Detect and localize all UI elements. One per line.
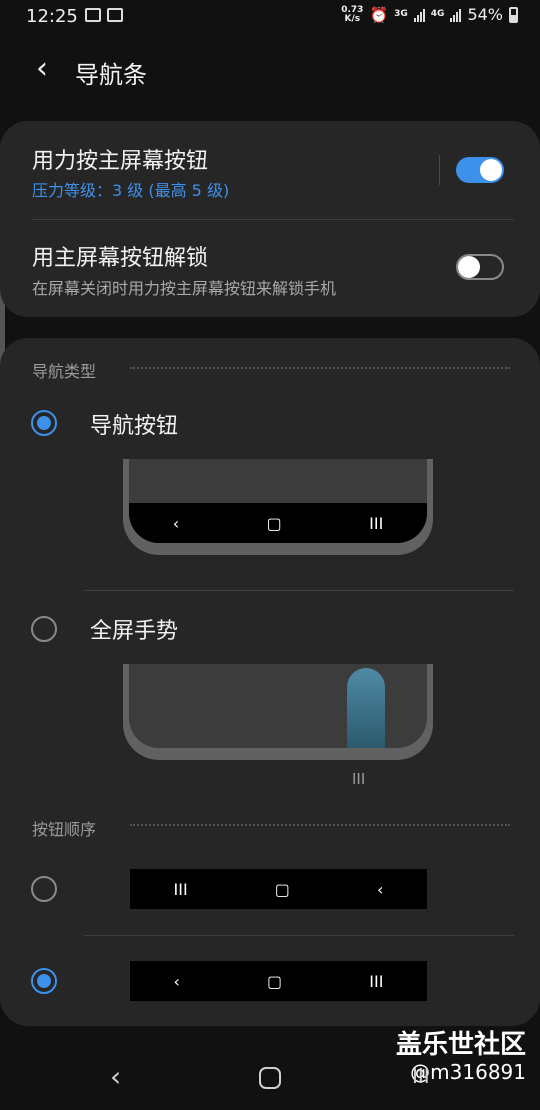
option-divider [84,935,514,936]
nav-buttons-label: 导航按钮 [90,414,179,439]
page-title: 导航条 [75,61,147,89]
system-home-button[interactable] [259,1067,281,1089]
button-order-section-label: 按钮顺序 [32,820,97,839]
nav-option-gestures[interactable]: 全屏手势 [0,603,540,793]
order-option-2-radio[interactable] [31,968,57,994]
net1-label: 3G [394,9,408,19]
battery-percent: 54% [467,5,503,24]
battery-icon [509,6,518,23]
alarm-icon: ⏰ [369,5,389,24]
gestures-label: 全屏手势 [90,619,179,644]
net2-label: 4G [430,9,445,19]
gestures-preview [123,664,433,760]
recent-apps-icon: III [173,879,188,899]
order-option-1-preview: III ▢ ‹ [130,869,427,909]
gestures-radio[interactable] [31,616,57,642]
navigation-type-card: 导航类型 导航按钮 ‹ ▢ III 全屏手势 III 按钮顺序 III ▢ ‹ … [0,338,540,1026]
divider [439,155,440,185]
section-divider [130,367,510,369]
home-icon: ▢ [267,971,283,991]
signal2-icon [450,8,462,22]
notification-icons [85,8,123,22]
nav-buttons-radio[interactable] [31,410,57,436]
recent-apps-icon: III [369,971,384,991]
press-home-setting[interactable]: 用力按主屏幕按钮 压力等级：3 级 (最高 5 级) [0,121,540,219]
chevron-left-icon: ‹ [36,50,48,86]
net-speed-unit: K/s [344,13,361,24]
back-icon: ‹ [173,971,180,991]
home-icon: ▢ [266,513,282,533]
unlock-title: 用主屏幕按钮解锁 [32,246,209,271]
status-right: 0.73 K/s ⏰ 3G 4G 54% [341,5,518,24]
press-home-title: 用力按主屏幕按钮 [32,149,209,174]
back-button[interactable]: ‹ [22,48,62,88]
order-option-2-preview: ‹ ▢ III [130,961,427,1001]
press-home-subtitle: 压力等级：3 级 (最高 5 级) [32,181,230,200]
unlock-toggle[interactable] [456,254,504,280]
system-back-button[interactable]: ‹ [110,1060,121,1093]
status-bar: 12:25 0.73 K/s ⏰ 3G 4G 54% [0,0,540,34]
home-icon: ▢ [274,879,290,899]
order-option-recents-first[interactable]: III ▢ ‹ [0,863,540,915]
pressure-settings-card: 用力按主屏幕按钮 压力等级：3 级 (最高 5 级) 用主屏幕按钮解锁 在屏幕关… [0,121,540,317]
gesture-hint-icon: III [352,770,366,788]
signal-icon [413,8,425,22]
back-icon: ‹ [172,513,180,533]
notification-file-icon [107,8,123,22]
order-option-1-radio[interactable] [31,876,57,902]
recent-apps-icon: III [369,513,384,533]
nav-type-section-label: 导航类型 [32,362,97,381]
unlock-setting[interactable]: 用主屏幕按钮解锁 在屏幕关闭时用力按主屏幕按钮来解锁手机 [0,220,540,317]
system-recents-button[interactable]: III [412,1064,430,1088]
gesture-pill [347,668,385,748]
order-option-back-first[interactable]: ‹ ▢ III [0,955,540,1007]
net-speed: 0.73 K/s [341,5,363,24]
back-icon: ‹ [377,879,384,899]
nav-buttons-preview: ‹ ▢ III [123,459,433,555]
press-home-toggle[interactable] [456,157,504,183]
system-nav-bar: ‹ III [0,1050,540,1110]
section-divider [130,824,510,826]
status-time: 12:25 [26,6,78,27]
unlock-subtitle: 在屏幕关闭时用力按主屏幕按钮来解锁手机 [32,279,337,298]
app-header: ‹ 导航条 [0,44,540,94]
nav-option-buttons[interactable]: 导航按钮 ‹ ▢ III [0,398,540,588]
option-divider [84,590,514,591]
preview-navbar: ‹ ▢ III [129,503,427,543]
notification-app-icon [85,8,101,22]
